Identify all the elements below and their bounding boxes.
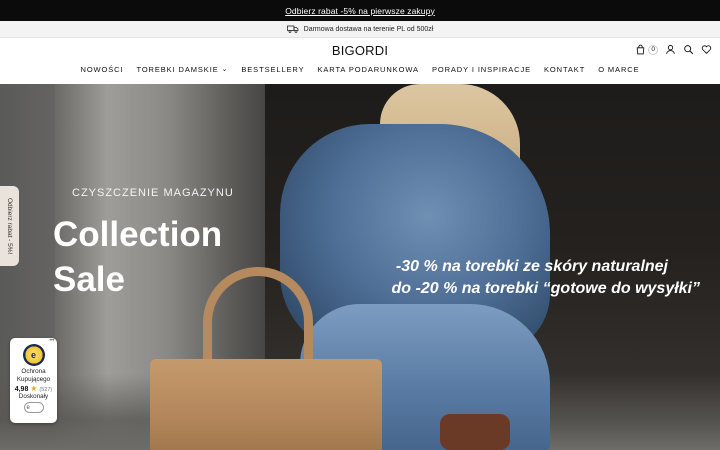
hero-promo-line-1: -30 % na torebki ze skóry naturalnej	[395, 258, 668, 275]
trust-mini-seal-icon: e	[23, 402, 44, 413]
hero-model-shoe	[440, 414, 510, 450]
nav-item-kontakt[interactable]: KONTAKT	[544, 65, 585, 74]
nav-item-porady-i-inspiracje[interactable]: PORADY I INSPIRACJE	[432, 65, 531, 74]
cart-count-badge: 0	[648, 44, 658, 55]
heart-icon[interactable]	[701, 44, 712, 55]
discount-side-tab[interactable]: Odbierz rabat - 5%!	[0, 186, 19, 266]
trust-rating-row: 4,98 ★ (527)	[10, 384, 57, 393]
discount-side-tab-label: Odbierz rabat - 5%!	[6, 197, 13, 255]
nav-item-karta-podarunkowa[interactable]: KARTA PODARUNKOWA	[318, 65, 419, 74]
hero-title-line-1: Collection	[53, 215, 223, 254]
shipping-bar: Darmowa dostawa na terenie PL od 500zł	[0, 21, 720, 38]
trust-rating-value: 4,98	[14, 386, 29, 393]
trust-seal-icon: e	[22, 344, 45, 366]
truck-icon	[286, 25, 299, 33]
nav-item-torebki-damskie[interactable]: TOREBKI DAMSKIE ⌄	[136, 65, 228, 74]
trust-label: Ochrona Kupującego	[16, 368, 51, 383]
search-icon[interactable]	[683, 44, 694, 55]
hero-promo-lines: -30 % na torebki ze skóry naturalnej do …	[330, 256, 701, 300]
cart-button[interactable]: 0	[635, 44, 658, 55]
star-icon: ★	[30, 384, 38, 393]
shipping-text: Darmowa dostawa na terenie PL od 500zł	[303, 25, 434, 33]
trust-grade: Doskonały	[18, 393, 49, 400]
hero-title-line-2: Sale	[53, 260, 125, 299]
promo-link[interactable]: Odbierz rabat -5% na pierwsze zakupy	[285, 6, 435, 16]
user-icon[interactable]	[665, 44, 676, 55]
hero-banner[interactable]: CZYSZCZENIE MAGAZYNU Collection Sale -30…	[0, 84, 720, 450]
hero-title: Collection Sale	[53, 212, 222, 302]
header-icons: 0	[635, 44, 712, 55]
hero-kicker: CZYSZCZENIE MAGAZYNU	[72, 187, 234, 199]
hero-bag-image	[150, 359, 382, 450]
trusted-shops-badge[interactable]: ••• e Ochrona Kupującego 4,98 ★ (527) Do…	[10, 338, 57, 423]
promo-bar: Odbierz rabat -5% na pierwsze zakupy	[0, 0, 720, 21]
site-header: BIGORDI 0 NOWOŚCI TOREBKI DAMSKIE ⌄ BESTS…	[0, 38, 720, 84]
more-icon[interactable]: •••	[49, 338, 54, 344]
chevron-down-icon: ⌄	[221, 65, 229, 73]
nav-item-o-marce[interactable]: O MARCE	[598, 65, 639, 74]
site-logo[interactable]: BIGORDI	[0, 43, 720, 58]
hero-promo-line-2: do -20 % na torebki “gotowe do wysyłki”	[391, 280, 701, 297]
nav-item-bestsellery[interactable]: BESTSELLERY	[241, 65, 304, 74]
cart-icon	[637, 44, 645, 55]
main-nav: NOWOŚCI TOREBKI DAMSKIE ⌄ BESTSELLERY KAR…	[0, 65, 720, 74]
nav-item-nowosci[interactable]: NOWOŚCI	[81, 65, 124, 74]
